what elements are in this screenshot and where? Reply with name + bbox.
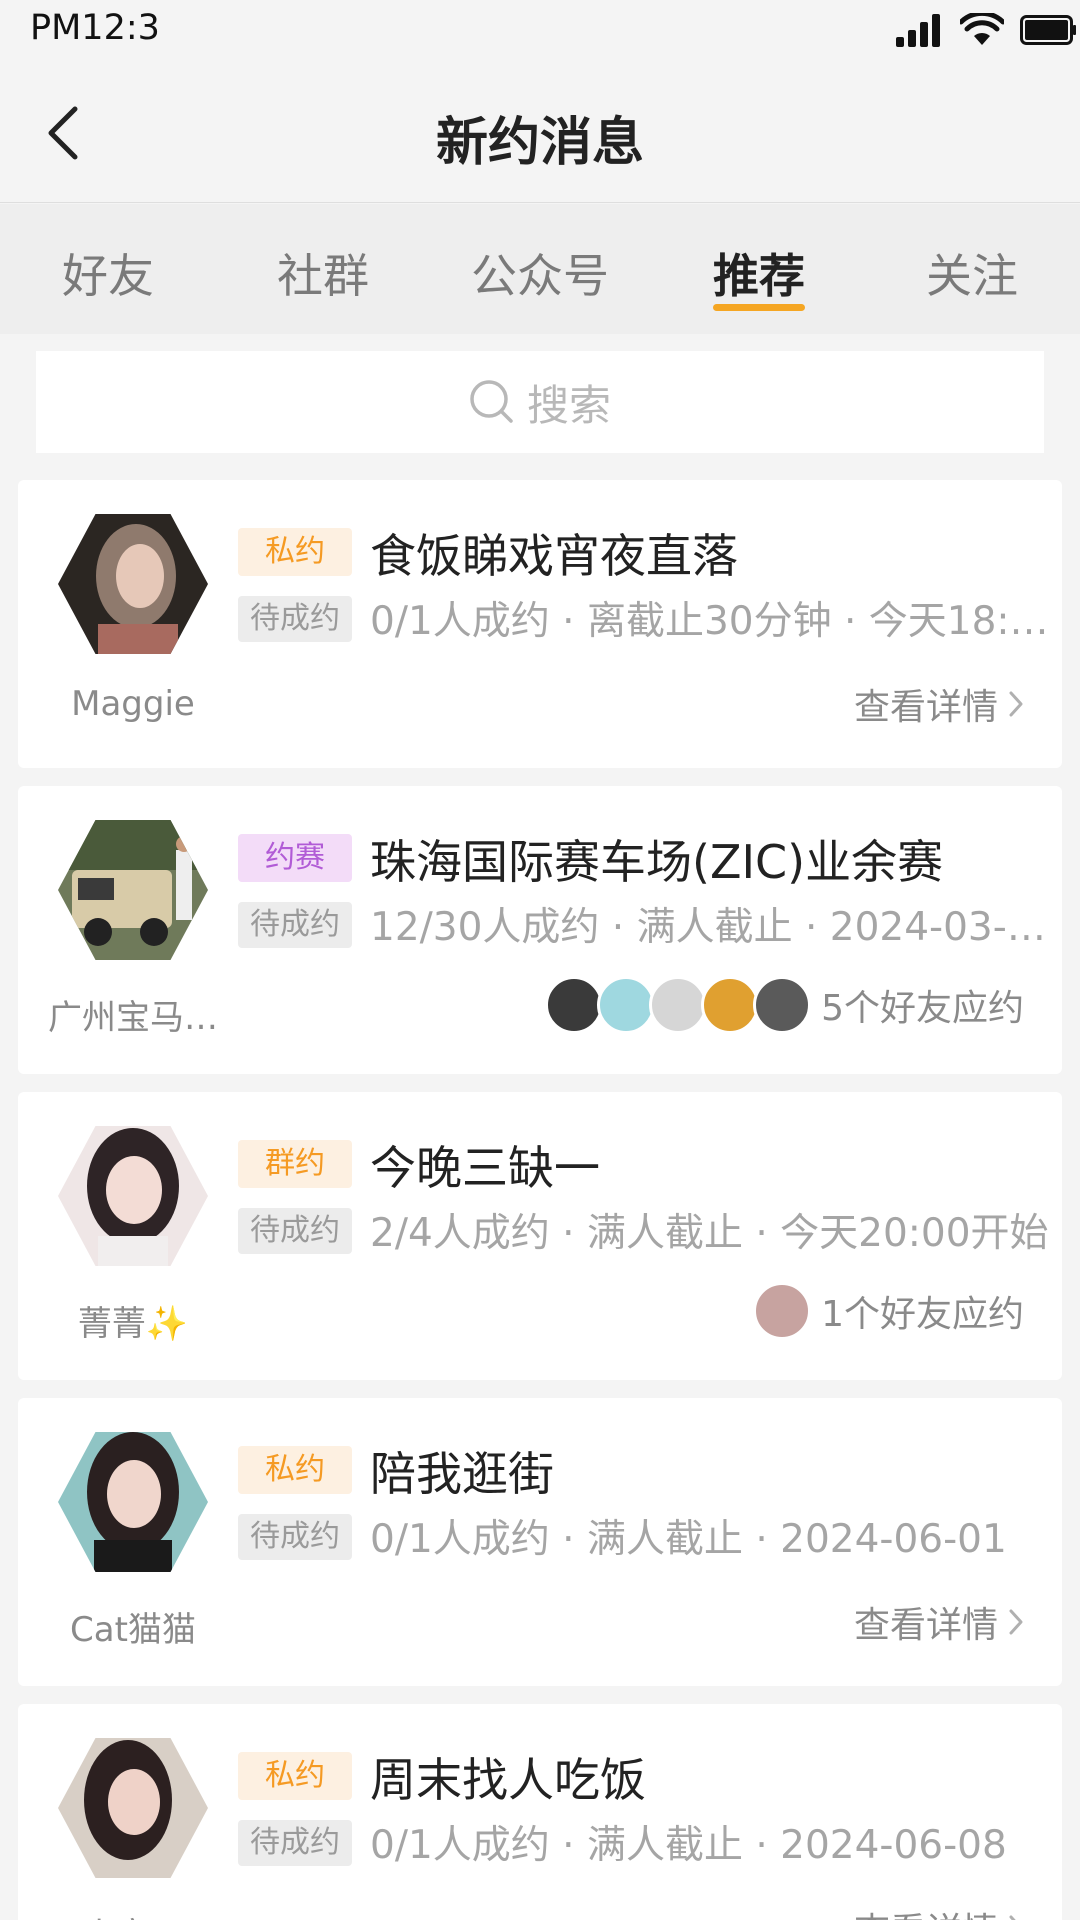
avatar[interactable]	[58, 514, 208, 654]
status-badge: 待成约	[238, 902, 352, 948]
event-meta: 0/1人成约 · 离截止30分钟 · 今天18:00	[370, 599, 1050, 644]
view-details-label: 查看详情	[853, 1605, 998, 1646]
status-badge: 待成约	[238, 1514, 352, 1560]
friends-count-label: 5个好友应约	[821, 988, 1024, 1029]
status-badge: 待成约	[238, 1820, 352, 1866]
view-details-link[interactable]: 查看详情	[854, 1902, 1024, 1920]
friend-avatar	[701, 976, 760, 1034]
event-meta: 12/30人成约 · 满人截止 · 2024-03-15	[370, 905, 1050, 950]
friend-avatar	[597, 976, 656, 1034]
avatar[interactable]	[58, 1432, 208, 1572]
friends-joined[interactable]: 5个好友应约	[545, 976, 1024, 1034]
tab-recommended[interactable]: 推荐	[679, 240, 839, 306]
list-item[interactable]: 小宝贝 私约 周末找人吃饭 待成约 0/1人成约 · 满人截止 · 2024-0…	[18, 1704, 1062, 1920]
view-details-link[interactable]: 查看详情	[854, 1596, 1024, 1648]
chevron-right-icon	[1009, 691, 1023, 717]
chevron-right-icon	[1009, 1915, 1016, 1920]
event-title: 今晚三缺一	[370, 1141, 600, 1195]
tab-friends[interactable]: 好友	[28, 240, 188, 306]
event-meta: 0/1人成约 · 满人截止 · 2024-06-08	[370, 1823, 1007, 1868]
tab-bar: 好友 社群 公众号 推荐 关注	[0, 204, 1080, 334]
tab-community[interactable]: 社群	[243, 240, 403, 306]
event-title: 珠海国际赛车场(ZIC)业余赛	[370, 835, 944, 889]
author-name: 菁菁✨	[77, 1304, 189, 1344]
list-item[interactable]: 广州宝马车友会 约赛 珠海国际赛车场(ZIC)业余赛 待成约 12/30人成约 …	[18, 786, 1062, 1074]
friend-avatar	[753, 1282, 812, 1340]
event-title: 周末找人吃饭	[370, 1753, 646, 1807]
view-details-label: 查看详情	[853, 687, 998, 728]
event-type-tag: 约赛	[238, 834, 352, 882]
author-name: Maggie	[71, 684, 195, 724]
view-details-label: 查看详情	[854, 1902, 998, 1920]
status-badge: 待成约	[238, 1208, 352, 1254]
status-icons	[896, 10, 1076, 50]
avatar[interactable]	[58, 1126, 208, 1266]
author-name: 小宝贝	[48, 1908, 218, 1920]
search-icon	[470, 380, 513, 423]
event-type-tag: 私约	[238, 1752, 352, 1800]
search-placeholder: 搜索	[526, 380, 611, 430]
avatar[interactable]	[58, 1738, 208, 1878]
event-type-tag: 私约	[238, 528, 352, 576]
page-title: 新约消息	[435, 113, 644, 173]
status-badge: 待成约	[238, 596, 352, 642]
page: PM12:3 新约消息 好友 社群 公众号 推荐 关注 搜索 Maggie 私约…	[0, 0, 1080, 1920]
friend-avatar	[649, 976, 708, 1034]
event-title: 食饭睇戏宵夜直落	[370, 529, 738, 583]
event-meta: 2/4人成约 · 满人截止 · 今天20:00开始	[370, 1211, 1049, 1256]
friend-avatar	[753, 976, 812, 1034]
event-type-tag: 群约	[238, 1140, 352, 1188]
friends-joined[interactable]: 1个好友应约	[753, 1282, 1024, 1340]
battery-icon	[1020, 15, 1076, 45]
status-bar: PM12:3	[0, 0, 1080, 64]
list-item[interactable]: Cat猫猫 私约 陪我逛街 待成约 0/1人成约 · 满人截止 · 2024-0…	[18, 1398, 1062, 1686]
friends-count-label: 1个好友应约	[821, 1294, 1024, 1335]
event-title: 陪我逛街	[370, 1447, 554, 1501]
author-name: 广州宝马车友会	[48, 998, 218, 1038]
event-type-tag: 私约	[238, 1446, 352, 1494]
event-meta: 0/1人成约 · 满人截止 · 2024-06-01	[370, 1517, 1007, 1562]
view-details-link[interactable]: 查看详情	[854, 678, 1024, 730]
friend-avatar	[545, 976, 604, 1034]
author-name: Cat猫猫	[70, 1610, 196, 1650]
active-tab-indicator	[713, 304, 805, 311]
status-time: PM12:3	[30, 8, 160, 48]
avatar[interactable]	[58, 820, 208, 960]
nav-bar: 新约消息	[0, 64, 1080, 203]
list-item[interactable]: 菁菁✨ 群约 今晚三缺一 待成约 2/4人成约 · 满人截止 · 今天20:00…	[18, 1092, 1062, 1380]
wifi-icon	[960, 13, 1004, 45]
search-input[interactable]: 搜索	[36, 351, 1044, 453]
tab-following[interactable]: 关注	[892, 240, 1052, 306]
list-item[interactable]: Maggie 私约 食饭睇戏宵夜直落 待成约 0/1人成约 · 离截止30分钟 …	[18, 480, 1062, 768]
tab-official-accounts[interactable]: 公众号	[460, 240, 620, 306]
signal-icon	[896, 14, 940, 47]
chevron-right-icon	[1009, 1609, 1023, 1635]
